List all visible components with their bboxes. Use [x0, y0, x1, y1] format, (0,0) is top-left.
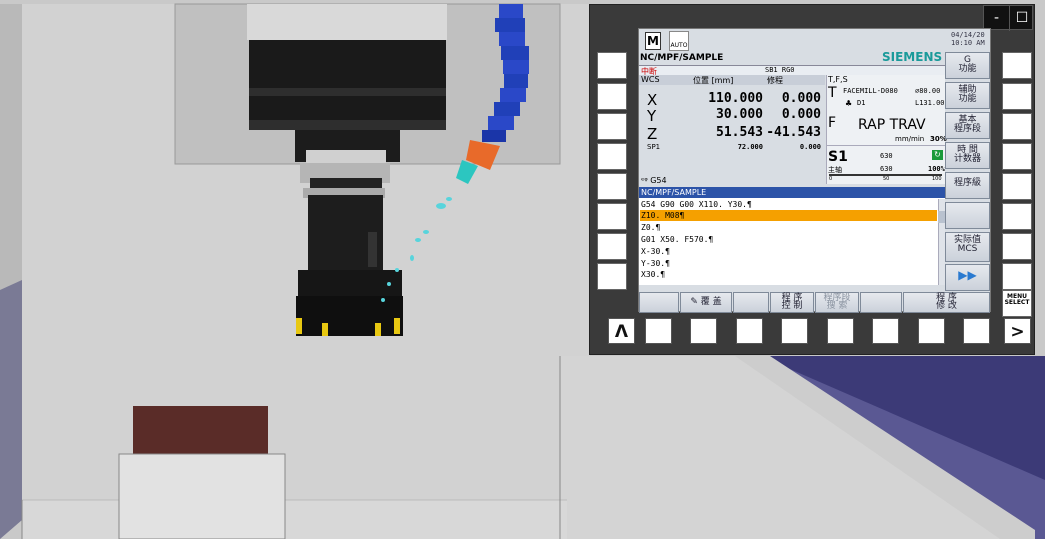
softkey-time-counter[interactable]: 時 間 计数器	[945, 142, 990, 169]
channel-text: SB1 RG0	[765, 66, 795, 74]
softkey-program-level[interactable]: 程序級	[945, 172, 990, 199]
bottom-key-1[interactable]	[645, 318, 672, 344]
next-key[interactable]: >	[1004, 318, 1031, 344]
side-key-6[interactable]	[597, 203, 627, 230]
time-label: 10:10 AM	[951, 39, 985, 47]
right-key-6[interactable]	[1002, 203, 1032, 230]
bottom-key-7[interactable]	[918, 318, 945, 344]
right-key-1[interactable]	[1002, 52, 1032, 79]
hsoftkey-program-control[interactable]: 程 序 控 制	[770, 292, 814, 313]
hsoftkey-overstore[interactable]: ✎ 覆 盖	[680, 292, 732, 313]
feed-letter: F	[828, 115, 837, 131]
program-line[interactable]: Z0.¶	[640, 222, 937, 233]
side-key-8[interactable]	[597, 263, 627, 290]
feed-unit: mm/min	[895, 135, 925, 143]
maximize-button[interactable]: ☐	[1009, 6, 1034, 31]
siemens-logo: SIEMENS	[882, 50, 943, 64]
spindle-override: 100%	[928, 165, 945, 173]
hsoftkey-block-search[interactable]: 程序段 搜 索	[815, 292, 859, 313]
hsoftkey-empty-3[interactable]	[860, 292, 902, 313]
spindle-value: 630	[880, 152, 893, 160]
program-line[interactable]: G01 X50. F570.¶	[640, 234, 937, 245]
spindle-direction-icon: ↻	[932, 150, 943, 160]
bottom-key-3[interactable]	[736, 318, 763, 344]
wcs-label: WCS	[641, 75, 660, 84]
scale-100: 100	[932, 176, 942, 182]
feed-value: RAP TRAV	[858, 117, 926, 133]
side-key-4[interactable]	[597, 143, 627, 170]
program-line-active[interactable]: Z10. M08¶	[640, 210, 937, 221]
simulation-viewport: - ☐ MENU SELECT M AUTO 04/14/20 10:10 AM…	[0, 0, 1045, 539]
bottom-key-6[interactable]	[872, 318, 899, 344]
side-key-3[interactable]	[597, 113, 627, 140]
d-label: D1	[857, 99, 866, 107]
softkey-actual-mcs[interactable]: 实际值 MCS	[945, 232, 990, 262]
program-header: NC/MPF/SAMPLE	[639, 187, 945, 198]
bottom-key-2[interactable]	[690, 318, 717, 344]
menu-select-key[interactable]: MENU SELECT	[1002, 290, 1032, 317]
hsoftkey-empty-2[interactable]	[733, 292, 769, 313]
bottom-key-5[interactable]	[827, 318, 854, 344]
tool-length: L131.00	[915, 99, 945, 107]
edit-icon: ✎	[690, 297, 701, 307]
spindle-actual: 630	[880, 165, 893, 173]
softkey-more[interactable]: ▶▶	[945, 264, 990, 291]
scale-50: 50	[883, 176, 890, 182]
side-key-7[interactable]	[597, 233, 627, 260]
frame-label: ᵉᵠ G54	[641, 176, 667, 185]
bottom-key-4[interactable]	[781, 318, 808, 344]
right-key-8[interactable]	[1002, 263, 1032, 290]
bottom-key-8[interactable]	[963, 318, 990, 344]
softkey-g-function[interactable]: G 功能	[945, 52, 990, 79]
right-key-7[interactable]	[1002, 233, 1032, 260]
dist-header: 修程	[767, 76, 783, 85]
date-label: 04/14/20	[951, 31, 985, 39]
side-key-5[interactable]	[597, 173, 627, 200]
program-path: NC/MPF/SAMPLE	[640, 53, 724, 63]
tool-letter: T	[828, 85, 837, 101]
softkey-aux-function[interactable]: 辅助 功能	[945, 82, 990, 109]
side-key-1[interactable]	[597, 52, 627, 79]
auto-mode-icon: AUTO	[669, 31, 689, 51]
softkey-empty-1[interactable]	[945, 202, 990, 229]
program-line[interactable]: X-30.¶	[640, 246, 937, 257]
tool-name: FACEMILL-D080	[843, 87, 898, 95]
hsoftkey-program-correct[interactable]: 程 序 修 改	[903, 292, 990, 313]
tool-icon: ♣	[845, 99, 853, 108]
program-scroll-thumb[interactable]	[938, 211, 945, 223]
program-line[interactable]: X30.¶	[640, 269, 937, 280]
position-header: 位置 [mm]	[693, 76, 734, 85]
right-key-4[interactable]	[1002, 143, 1032, 170]
program-line[interactable]: G54 G90 G00 X110. Y30.¶	[640, 199, 937, 210]
back-key[interactable]: Λ	[608, 318, 635, 344]
hsoftkey-empty-1[interactable]	[639, 292, 679, 313]
mode-icon: M	[645, 32, 661, 50]
scale-0: 0	[829, 176, 833, 182]
spindle-letter: S1	[828, 149, 848, 165]
window-controls: - ☐	[983, 5, 1034, 31]
tfs-header: T,F,S	[828, 75, 848, 84]
right-key-2[interactable]	[1002, 83, 1032, 110]
tool-diameter: ⌀80.00	[915, 87, 941, 95]
softkey-basic-block[interactable]: 基本 程序段	[945, 112, 990, 139]
side-key-2[interactable]	[597, 83, 627, 110]
program-line[interactable]: Y-30.¶	[640, 258, 937, 269]
right-key-3[interactable]	[1002, 113, 1032, 140]
right-key-5[interactable]	[1002, 173, 1032, 200]
